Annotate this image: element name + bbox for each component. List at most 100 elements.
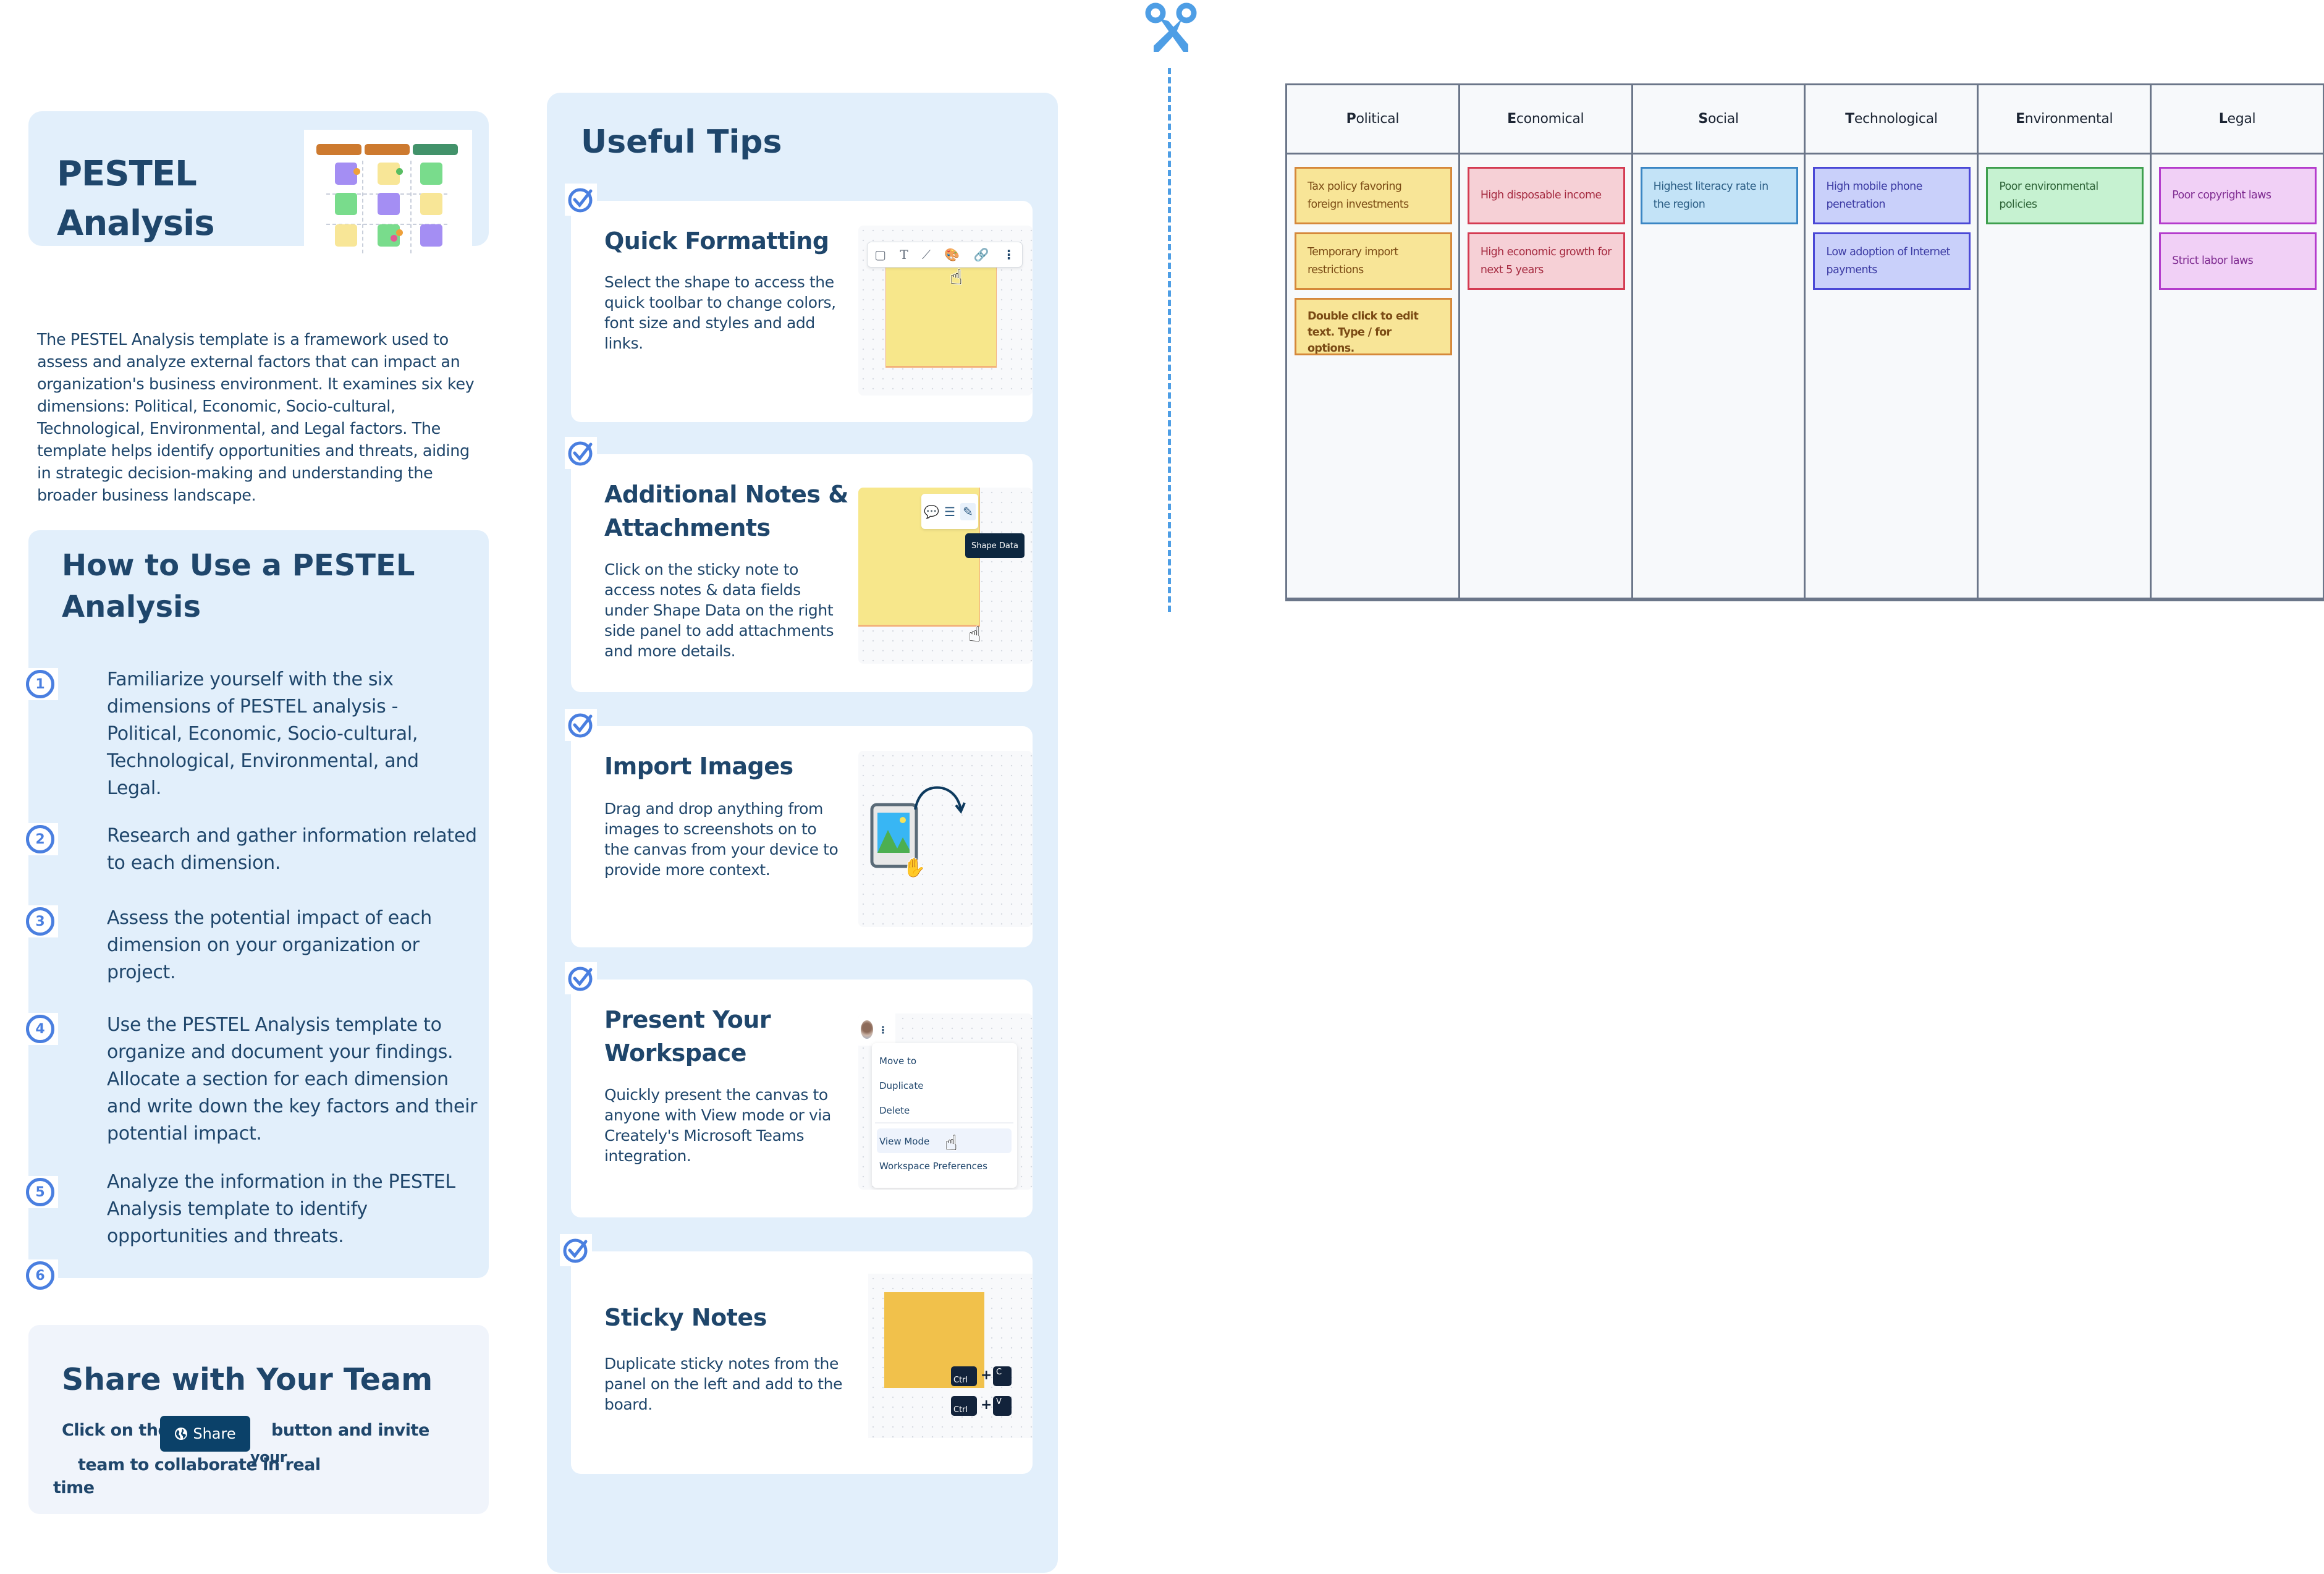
pestel-column-header[interactable]: Social xyxy=(1633,85,1804,154)
check-circle-icon xyxy=(560,1234,592,1266)
user-avatar-box: ⋮ xyxy=(858,1013,895,1046)
tip-text: Quickly present the canvas to anyone wit… xyxy=(604,1086,831,1165)
sticky-note[interactable]: Tax policy favoring foreign investments xyxy=(1295,167,1452,224)
c-key: C xyxy=(993,1366,1012,1386)
thumbnail-dot xyxy=(396,229,403,236)
pestel-column-header[interactable]: Economical xyxy=(1460,85,1631,154)
hand-cursor-icon: ☝ xyxy=(950,265,963,290)
share-button-label: Share xyxy=(193,1425,236,1442)
scissors-icon xyxy=(1145,2,1197,52)
cut-line xyxy=(1168,68,1171,612)
quick-toolbar-illustration: ▢ T ⟋ 🎨 🔗 ⋮ ☝ xyxy=(858,226,1033,396)
tip-card-sticky-notes: Sticky Notes Duplicate sticky notes from… xyxy=(560,1234,1033,1474)
sticky-note[interactable]: Poor copyright laws xyxy=(2159,167,2317,224)
palette-icon: 🎨 xyxy=(944,247,960,262)
thumbnail-sticky xyxy=(420,163,442,185)
ctrl-key: Ctrl xyxy=(951,1366,977,1386)
sticky-note[interactable]: Double click to edit text. Type / for op… xyxy=(1295,298,1452,355)
share-text: Click on the xyxy=(62,1421,169,1440)
menu-divider xyxy=(875,1122,1013,1123)
thumbnail-sticky xyxy=(420,193,442,215)
shape-data-tooltip: Shape Data xyxy=(965,533,1025,558)
sticky-note[interactable]: High economic growth for next 5 years xyxy=(1467,232,1625,290)
quick-toolbar: ▢ T ⟋ 🎨 🔗 ⋮ xyxy=(867,242,1023,268)
tip-card-quick-formatting: Quick Formatting Select the shape to acc… xyxy=(565,184,1033,422)
tip-text: Select the shape to access the quick too… xyxy=(604,273,836,352)
thumbnail-divider xyxy=(362,161,363,253)
connector-icon: ⟋ xyxy=(922,247,931,262)
shape-data-icon: ✎ xyxy=(960,502,976,520)
thumbnail-dot xyxy=(396,168,403,175)
tip-title: Additional Notes & Attachments xyxy=(604,481,848,541)
comment-icon: 💬 xyxy=(924,504,939,519)
tips-title: Useful Tips xyxy=(581,124,782,161)
step-number-2: 2 xyxy=(22,823,58,855)
tip-title: Import Images xyxy=(604,753,793,780)
step-text: Use the PESTEL Analysis template to orga… xyxy=(107,1014,478,1145)
pestel-column-header[interactable]: Technological xyxy=(1806,85,1977,154)
useful-tips-panel: Useful Tips Quick Formatting Select the … xyxy=(547,93,1058,1573)
more-icon: ⋮ xyxy=(1002,247,1015,262)
pestel-column: Legal Poor copyright laws Strict labor law… xyxy=(2152,85,2323,598)
pestel-column-header[interactable]: Political xyxy=(1287,85,1458,154)
pestel-column-header[interactable]: Environmental xyxy=(1979,85,2150,154)
tip-card-additional-notes: Additional Notes & Attachments Click on … xyxy=(565,437,1033,692)
avatar xyxy=(861,1020,873,1039)
pestel-thumbnail-image xyxy=(304,130,472,261)
more-icon: ⋮ xyxy=(878,1023,888,1036)
sticky-note[interactable]: High mobile phone penetration xyxy=(1813,167,1971,224)
image-drag-icon xyxy=(870,786,966,868)
share-text: button and invite xyxy=(271,1421,429,1440)
thumbnail-header-bar xyxy=(413,144,458,155)
hand-cursor-icon: ☝ xyxy=(945,1131,958,1156)
sticky-note[interactable]: Strict labor laws xyxy=(2159,232,2317,290)
thumbnail-sticky xyxy=(335,224,357,247)
menu-item-move-to[interactable]: Move to xyxy=(879,1056,916,1067)
shape-actions-toolbar: 💬 ☰ ✎ xyxy=(921,494,978,529)
share-text: time xyxy=(53,1478,95,1497)
menu-item-delete[interactable]: Delete xyxy=(879,1105,910,1116)
share-card: Share with Your Team Click on the Share … xyxy=(28,1325,489,1514)
step-text: Assess the potential impact of each dime… xyxy=(107,907,432,983)
hand-cursor-icon: ☝ xyxy=(968,622,981,647)
sticky-note[interactable]: Temporary import restrictions xyxy=(1295,232,1452,290)
step-number-1: 1 xyxy=(22,668,58,700)
tip-text: Drag and drop anything from images to sc… xyxy=(604,800,839,879)
text-icon: T xyxy=(900,247,908,262)
tip-text: Click on the sticky note to access notes… xyxy=(604,561,834,660)
check-circle-icon xyxy=(565,709,597,741)
step-text: Research and gather information related … xyxy=(107,825,477,874)
plus-sign: + xyxy=(981,1368,992,1383)
plus-sign: + xyxy=(981,1397,992,1413)
sliders-icon: ☰ xyxy=(944,504,956,519)
tip-card-import-images: Import Images Drag and drop anything fro… xyxy=(565,709,1033,947)
step-number-5: 5 xyxy=(22,1176,58,1208)
sticky-note[interactable]: Low adoption of Internet payments xyxy=(1813,232,1971,290)
pestel-table: Political Tax policy favoring foreign inv… xyxy=(1285,83,2324,601)
step-number-3: 3 xyxy=(22,905,58,937)
workspace-menu-illustration: ⋮ Move to Duplicate Delete View Mode Wor… xyxy=(858,1013,1033,1190)
how-to-title: How to Use a PESTEL Analysis xyxy=(62,548,415,624)
thumbnail-dot xyxy=(391,235,397,242)
pestel-column: Economical High disposable income High eco… xyxy=(1460,85,1633,598)
thumbnail-sticky xyxy=(378,193,400,215)
sticky-note[interactable]: Poor environmental policies xyxy=(1986,167,2144,224)
thumbnail-header-bar xyxy=(316,144,361,155)
menu-item-duplicate[interactable]: Duplicate xyxy=(879,1080,923,1091)
step-text: Familiarize yourself with the six dimens… xyxy=(107,669,419,799)
check-circle-icon xyxy=(565,437,597,469)
sticky-note[interactable]: Highest literacy rate in the region xyxy=(1640,167,1798,224)
share-button[interactable]: Share xyxy=(160,1416,250,1452)
shape-data-illustration: 💬 ☰ ✎ Shape Data ☝ xyxy=(858,488,1033,664)
sticky-note[interactable]: High disposable income xyxy=(1467,167,1625,224)
pestel-column-header[interactable]: Legal xyxy=(2152,85,2323,154)
thumbnail-divider xyxy=(410,161,412,253)
how-to-card: How to Use a PESTEL Analysis 1 Familiari… xyxy=(22,530,489,1292)
tip-text: Duplicate sticky notes from the panel on… xyxy=(604,1355,843,1413)
menu-item-workspace-preferences[interactable]: Workspace Preferences xyxy=(879,1161,987,1172)
globe-icon xyxy=(175,1428,188,1440)
share-title: Share with Your Team xyxy=(62,1362,433,1397)
tip-title: Present Your Workspace xyxy=(604,1006,771,1067)
pestel-column: Environmental Poor environmental policies xyxy=(1979,85,2152,598)
menu-item-view-mode[interactable]: View Mode xyxy=(879,1136,929,1147)
